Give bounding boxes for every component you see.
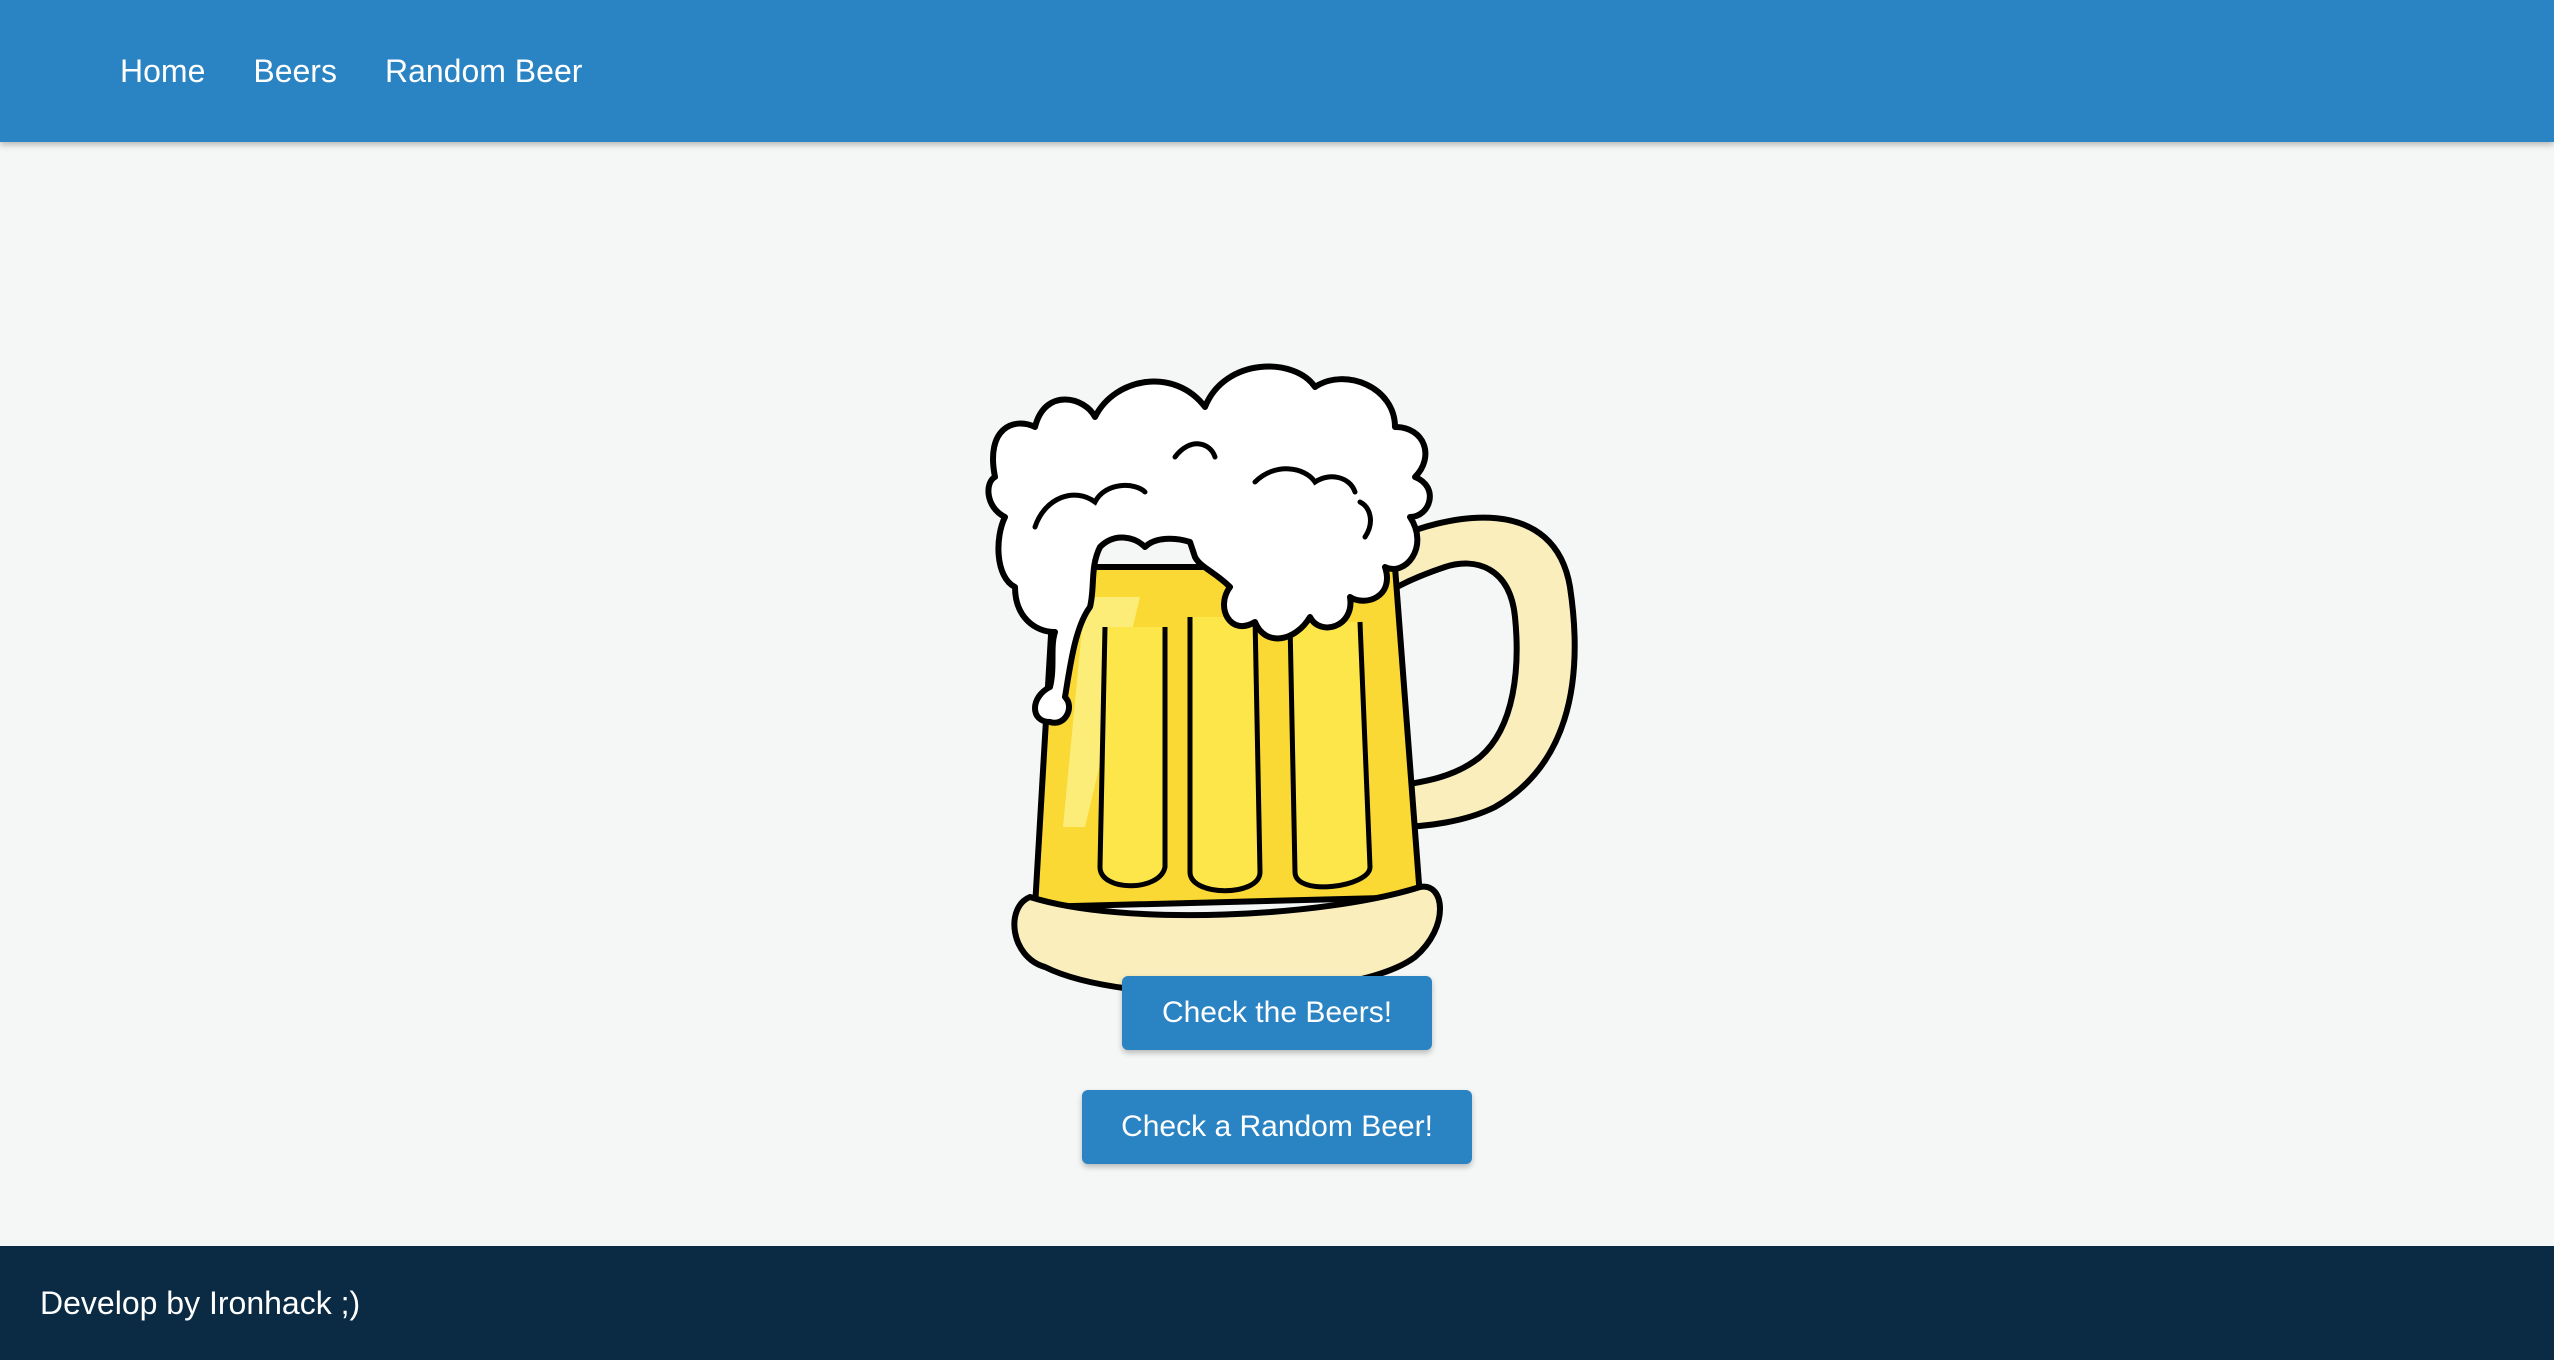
- nav-link-beers[interactable]: Beers: [253, 53, 337, 90]
- check-random-beer-button[interactable]: Check a Random Beer!: [1082, 1090, 1472, 1164]
- nav-link-random-beer[interactable]: Random Beer: [385, 53, 582, 90]
- footer-credit: Develop by Ironhack ;): [40, 1284, 361, 1321]
- beer-mug-icon: [985, 363, 1578, 998]
- beer-mug-image: [975, 267, 1585, 1027]
- nav-link-home[interactable]: Home: [120, 53, 205, 90]
- main-content: Check the Beers! Check a Random Beer!: [0, 142, 2554, 1246]
- check-beers-button[interactable]: Check the Beers!: [1122, 976, 1432, 1050]
- footer: Develop by Ironhack ;): [0, 1246, 2554, 1360]
- top-navbar: Home Beers Random Beer: [0, 0, 2554, 142]
